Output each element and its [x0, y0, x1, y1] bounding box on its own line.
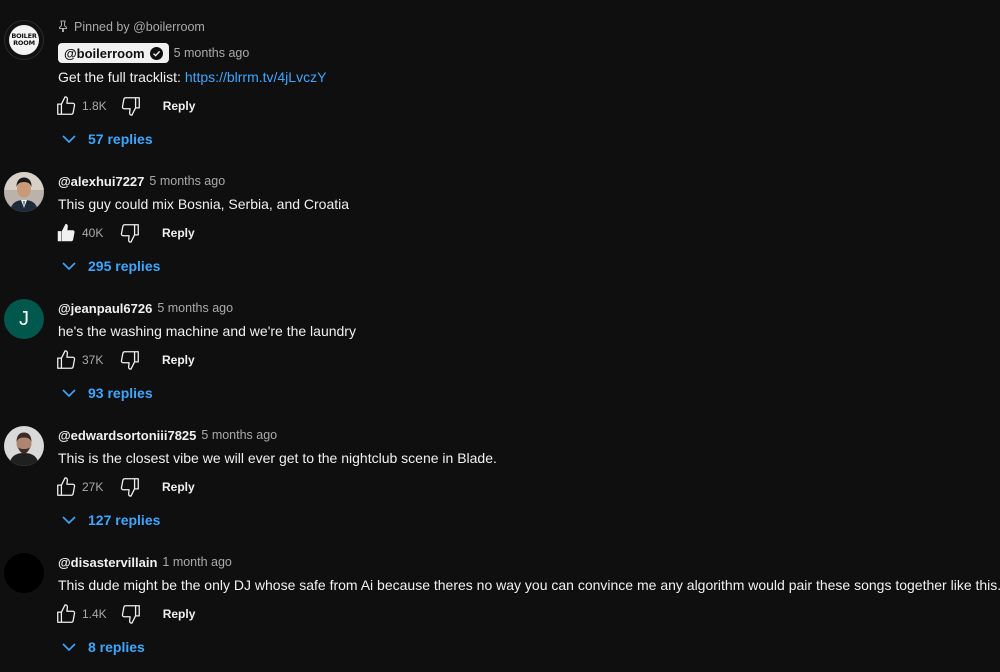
- view-replies-button[interactable]: 295 replies: [60, 254, 160, 278]
- thumbs-down-icon: [121, 605, 140, 624]
- avatar[interactable]: BOILER ROOM: [4, 20, 44, 60]
- boiler-room-logo: BOILER ROOM: [9, 25, 39, 55]
- chevron-down-icon: [62, 389, 76, 398]
- reply-button[interactable]: Reply: [162, 226, 195, 240]
- author-name[interactable]: @edwardsortoniii7825: [58, 428, 196, 443]
- comment-text: Get the full tracklist: https://blrrm.tv…: [58, 69, 327, 85]
- author-name[interactable]: @boilerroom: [64, 46, 145, 61]
- comment-text: he's the washing machine and we're the l…: [58, 323, 356, 339]
- thumbs-down-icon: [120, 224, 139, 243]
- view-replies-button[interactable]: 8 replies: [60, 635, 145, 659]
- avatar[interactable]: [4, 172, 44, 212]
- author-chip[interactable]: @boilerroom: [58, 43, 169, 63]
- like-count: 40K: [82, 226, 104, 240]
- chevron-down-icon: [62, 262, 76, 271]
- comment-text: This guy could mix Bosnia, Serbia, and C…: [58, 196, 350, 212]
- comment-actions: 40K Reply: [54, 221, 195, 245]
- thumbs-up-icon: [57, 96, 76, 115]
- comment-actions: 1.8K Reply: [54, 94, 195, 118]
- chevron-down-icon: [62, 135, 76, 144]
- like-button[interactable]: [54, 94, 78, 118]
- verified-check-icon: [149, 46, 163, 60]
- tracklist-link[interactable]: https://blrrm.tv/4jLvczY: [185, 69, 327, 85]
- comment-header: @boilerroom 5 months ago: [58, 43, 249, 63]
- author-name[interactable]: @alexhui7227: [58, 174, 144, 189]
- comment-time[interactable]: 5 months ago: [201, 428, 277, 442]
- avatar[interactable]: [4, 553, 44, 593]
- reply-button[interactable]: Reply: [163, 607, 196, 621]
- like-button[interactable]: [54, 348, 78, 372]
- reply-button[interactable]: Reply: [162, 353, 195, 367]
- avatar-letter: J: [19, 307, 29, 330]
- comment-header: @edwardsortoniii7825 5 months ago: [58, 425, 277, 445]
- reply-button[interactable]: Reply: [162, 480, 195, 494]
- view-replies-button[interactable]: 93 replies: [60, 381, 153, 405]
- dislike-button[interactable]: [119, 602, 143, 626]
- like-count: 37K: [82, 353, 104, 367]
- comment-time[interactable]: 5 months ago: [157, 301, 233, 315]
- like-button[interactable]: [54, 602, 78, 626]
- person-photo-icon: [4, 426, 44, 466]
- thumbs-down-icon: [120, 478, 139, 497]
- comment-header: @alexhui7227 5 months ago: [58, 171, 225, 191]
- comment-time[interactable]: 1 month ago: [162, 555, 232, 569]
- pin-icon: [58, 20, 68, 35]
- dislike-button[interactable]: [118, 221, 142, 245]
- thumbs-up-icon: [57, 604, 76, 623]
- replies-count: 127 replies: [88, 512, 161, 528]
- like-button[interactable]: [54, 221, 78, 245]
- pinned-label: Pinned by @boilerroom: [58, 19, 205, 35]
- dislike-button[interactable]: [118, 475, 142, 499]
- pinned-text: Pinned by @boilerroom: [74, 20, 205, 34]
- chevron-down-icon: [62, 516, 76, 525]
- person-photo-icon: [4, 172, 44, 212]
- avatar[interactable]: [4, 426, 44, 466]
- replies-count: 93 replies: [88, 385, 153, 401]
- comment-actions: 37K Reply: [54, 348, 195, 372]
- chevron-down-icon: [62, 643, 76, 652]
- comment-text: This dude might be the only DJ whose saf…: [58, 577, 1000, 593]
- comment-time[interactable]: 5 months ago: [174, 46, 250, 60]
- view-replies-button[interactable]: 127 replies: [60, 508, 160, 532]
- reply-button[interactable]: Reply: [163, 99, 196, 113]
- comment-actions: 1.4K Reply: [54, 602, 195, 626]
- author-name[interactable]: @jeanpaul6726: [58, 301, 152, 316]
- like-count: 27K: [82, 480, 104, 494]
- like-count: 1.8K: [82, 99, 107, 113]
- comment-header: @jeanpaul6726 5 months ago: [58, 298, 233, 318]
- thumbs-up-icon: [57, 350, 76, 369]
- like-count: 1.4K: [82, 607, 107, 621]
- author-name[interactable]: @disastervillain: [58, 555, 157, 570]
- view-replies-button[interactable]: 57 replies: [60, 127, 153, 151]
- comment-header: @disastervillain 1 month ago: [58, 552, 232, 572]
- comments-section: BOILER ROOM Pinned by @boilerroom @boile…: [0, 0, 1000, 672]
- dislike-button[interactable]: [119, 94, 143, 118]
- like-button[interactable]: [54, 475, 78, 499]
- thumbs-down-icon: [121, 97, 140, 116]
- replies-count: 57 replies: [88, 131, 153, 147]
- replies-count: 295 replies: [88, 258, 161, 274]
- comment-time[interactable]: 5 months ago: [149, 174, 225, 188]
- replies-count: 8 replies: [88, 639, 145, 655]
- avatar[interactable]: J: [4, 299, 44, 339]
- thumbs-up-filled-icon: [57, 223, 75, 242]
- thumbs-up-icon: [57, 477, 76, 496]
- thumbs-down-icon: [120, 351, 139, 370]
- comment-text: This is the closest vibe we will ever ge…: [58, 450, 497, 466]
- comment-actions: 27K Reply: [54, 475, 195, 499]
- dislike-button[interactable]: [118, 348, 142, 372]
